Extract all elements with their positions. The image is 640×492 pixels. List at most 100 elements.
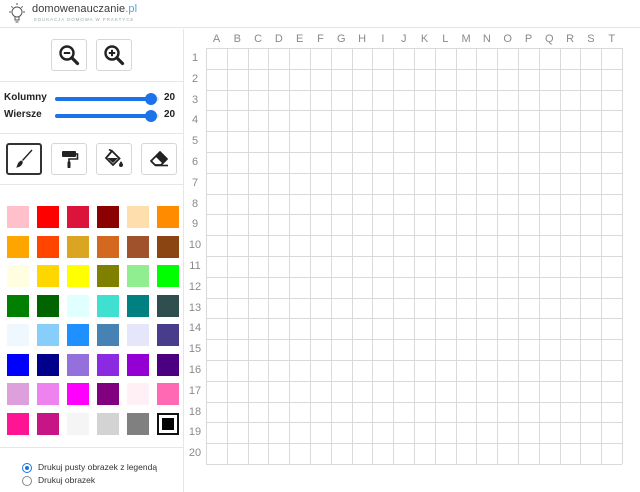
color-swatch[interactable] bbox=[67, 353, 89, 376]
paintbrush-icon bbox=[16, 149, 33, 168]
column-header: J bbox=[400, 33, 407, 45]
color-swatch[interactable] bbox=[37, 353, 59, 376]
color-swatch[interactable] bbox=[97, 235, 119, 258]
color-swatch[interactable] bbox=[67, 412, 89, 435]
rows-slider-thumb[interactable] bbox=[144, 110, 157, 122]
color-swatch[interactable] bbox=[157, 206, 179, 228]
column-header: G bbox=[337, 33, 346, 45]
color-swatch[interactable] bbox=[127, 324, 149, 346]
fill-tool-button[interactable] bbox=[96, 143, 132, 175]
color-swatch[interactable] bbox=[97, 324, 119, 346]
color-swatch[interactable] bbox=[67, 324, 89, 346]
color-swatch[interactable] bbox=[37, 383, 59, 405]
zoom-out-button[interactable] bbox=[51, 39, 87, 71]
row-header: 15 bbox=[188, 343, 202, 356]
color-swatch[interactable] bbox=[37, 206, 59, 228]
column-header: C bbox=[254, 33, 263, 45]
site-logo[interactable]: domowenauczanie.pl EDUKACJA DOMOWA W PRA… bbox=[4, 1, 184, 27]
color-swatch[interactable] bbox=[127, 412, 149, 435]
eraser-tool-button[interactable] bbox=[141, 143, 177, 175]
paint-bucket-icon bbox=[104, 149, 123, 167]
selected-color-indicator bbox=[162, 417, 174, 430]
column-header: R bbox=[566, 33, 575, 45]
color-swatch[interactable] bbox=[97, 412, 119, 435]
color-swatch[interactable] bbox=[127, 206, 149, 228]
roller-tool-button[interactable] bbox=[51, 143, 87, 175]
radio-button[interactable] bbox=[22, 463, 32, 473]
color-swatch[interactable] bbox=[127, 353, 149, 376]
color-swatch[interactable] bbox=[127, 383, 149, 405]
color-swatch[interactable] bbox=[37, 324, 59, 346]
row-header: 7 bbox=[191, 176, 199, 189]
color-swatch[interactable] bbox=[157, 265, 179, 287]
radio-label: Drukuj pusty obrazek z legendą bbox=[38, 462, 158, 472]
color-swatch[interactable] bbox=[7, 412, 29, 435]
color-swatch[interactable] bbox=[7, 206, 29, 228]
color-swatch[interactable] bbox=[37, 412, 59, 435]
color-swatch[interactable] bbox=[97, 294, 119, 317]
row-header: 9 bbox=[191, 218, 199, 231]
color-swatch[interactable] bbox=[157, 324, 179, 346]
rows-slider-fill bbox=[55, 114, 151, 118]
column-header: S bbox=[587, 33, 595, 45]
color-swatch[interactable] bbox=[7, 265, 29, 287]
zoom-in-button[interactable] bbox=[96, 39, 132, 71]
row-header: 18 bbox=[188, 405, 202, 418]
color-swatch[interactable] bbox=[7, 383, 29, 405]
rows-value: 20 bbox=[164, 109, 176, 120]
color-swatch[interactable] bbox=[157, 412, 179, 435]
color-swatch[interactable] bbox=[37, 235, 59, 258]
lightbulb-icon bbox=[9, 3, 25, 23]
color-swatch[interactable] bbox=[37, 294, 59, 317]
column-header: E bbox=[296, 33, 304, 45]
color-swatch[interactable] bbox=[157, 235, 179, 258]
color-swatch[interactable] bbox=[67, 265, 89, 287]
color-swatch[interactable] bbox=[7, 235, 29, 258]
color-swatch[interactable] bbox=[97, 353, 119, 376]
color-swatch[interactable] bbox=[7, 324, 29, 346]
row-header: 5 bbox=[191, 135, 199, 148]
rows-slider-track[interactable] bbox=[55, 114, 159, 118]
color-swatch[interactable] bbox=[7, 294, 29, 317]
column-header: K bbox=[420, 33, 429, 45]
app-header: domowenauczanie.pl EDUKACJA DOMOWA W PRA… bbox=[0, 0, 640, 28]
color-swatch[interactable] bbox=[7, 353, 29, 376]
logo-tagline: EDUKACJA DOMOWA W PRAKTYCE bbox=[34, 17, 135, 22]
color-swatch[interactable] bbox=[67, 206, 89, 228]
color-swatch[interactable] bbox=[157, 294, 179, 317]
drawing-grid[interactable] bbox=[206, 48, 623, 465]
color-swatch[interactable] bbox=[97, 265, 119, 287]
row-header: 19 bbox=[188, 426, 202, 439]
color-swatch[interactable] bbox=[127, 294, 149, 317]
color-swatch[interactable] bbox=[157, 353, 179, 376]
color-swatch[interactable] bbox=[157, 383, 179, 405]
column-header: F bbox=[317, 33, 324, 45]
columns-slider-thumb[interactable] bbox=[144, 93, 157, 105]
row-header: 17 bbox=[188, 384, 202, 397]
pixel-board: ABCDEFGHIJKLMNOPQRST 1 2 3 4 5 6 7 8 9 10 11 12 13 14… bbox=[185, 29, 640, 492]
color-swatch[interactable] bbox=[127, 265, 149, 287]
print-empty-with-legend-option[interactable]: Drukuj pusty obrazek z legendą bbox=[22, 462, 182, 474]
column-header: H bbox=[358, 33, 367, 45]
color-swatch[interactable] bbox=[97, 383, 119, 405]
columns-slider-track[interactable] bbox=[55, 97, 159, 101]
row-header: 3 bbox=[191, 93, 199, 106]
row-header: 4 bbox=[191, 114, 199, 127]
logo-text: domowenauczanie.pl bbox=[32, 3, 138, 15]
color-swatch[interactable] bbox=[37, 265, 59, 287]
row-header: 12 bbox=[188, 280, 202, 293]
color-swatch[interactable] bbox=[67, 235, 89, 258]
eraser-icon bbox=[150, 151, 168, 167]
column-header: N bbox=[482, 33, 491, 45]
radio-button[interactable] bbox=[22, 476, 32, 486]
divider bbox=[0, 184, 184, 185]
columns-slider-fill bbox=[55, 97, 151, 101]
color-swatch[interactable] bbox=[97, 206, 119, 228]
brush-tool-button[interactable] bbox=[6, 143, 42, 175]
print-image-option[interactable]: Drukuj obrazek bbox=[22, 475, 182, 487]
color-swatch[interactable] bbox=[67, 294, 89, 317]
row-header: 10 bbox=[188, 239, 202, 252]
color-swatch[interactable] bbox=[67, 383, 89, 405]
radio-label: Drukuj obrazek bbox=[38, 475, 96, 485]
color-swatch[interactable] bbox=[127, 235, 149, 258]
